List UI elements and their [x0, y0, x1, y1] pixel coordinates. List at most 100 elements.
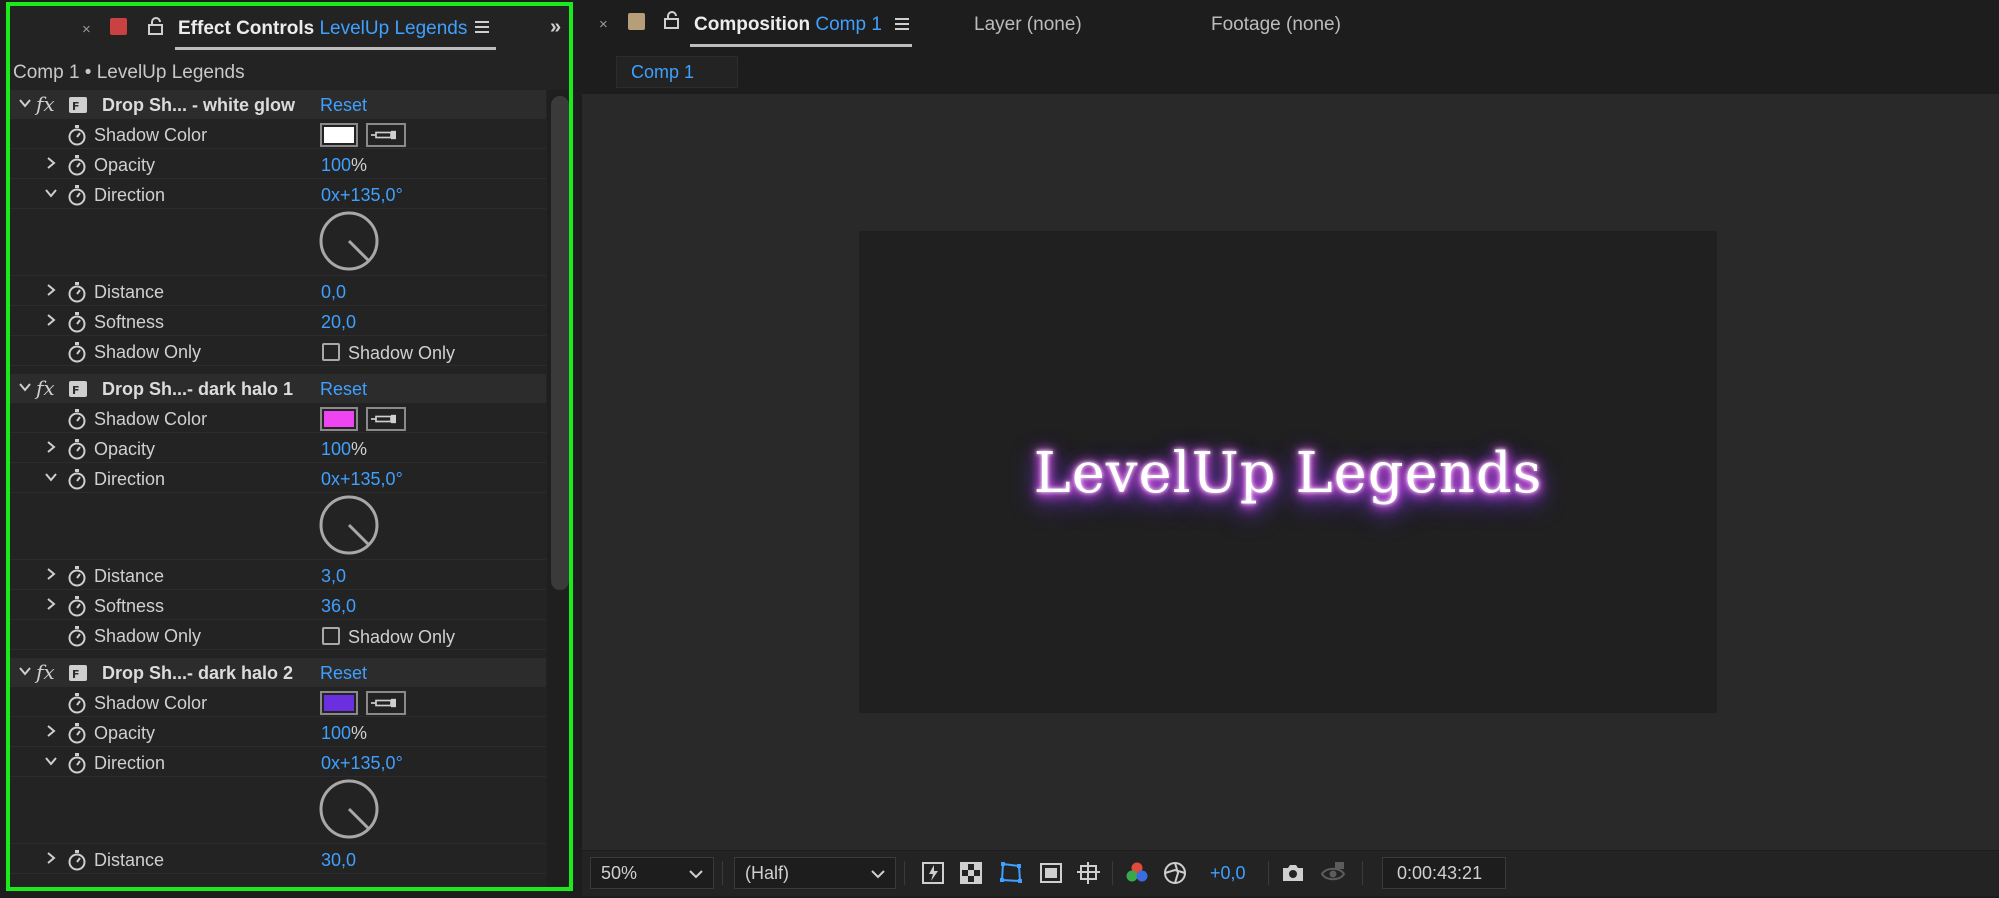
fx-toggle-icon[interactable]: fx: [36, 660, 55, 684]
show-channel-icon[interactable]: [1124, 860, 1150, 886]
chevron-down-icon[interactable]: [18, 96, 32, 110]
direction-value[interactable]: 0x+135,0°: [321, 185, 403, 206]
direction-value[interactable]: 0x+135,0°: [321, 753, 403, 774]
label-color-swatch[interactable]: [628, 13, 645, 30]
stopwatch-icon[interactable]: [67, 154, 87, 176]
angle-dial[interactable]: [318, 210, 380, 272]
opacity-value[interactable]: 100%: [321, 439, 367, 460]
stopwatch-icon[interactable]: [67, 184, 87, 206]
stopwatch-icon[interactable]: [67, 625, 87, 647]
panel-menu-icon[interactable]: [473, 18, 491, 36]
distance-value[interactable]: 0,0: [321, 282, 346, 303]
effect-name[interactable]: Drop Sh...- dark halo 1: [102, 379, 293, 400]
shadow-color-swatch[interactable]: [320, 691, 358, 715]
layer-tab[interactable]: Layer (none): [974, 14, 1082, 36]
reset-link[interactable]: Reset: [320, 663, 367, 684]
opacity-value[interactable]: 100%: [321, 155, 367, 176]
chevron-down-icon[interactable]: [18, 380, 32, 394]
eyedropper-icon[interactable]: [366, 407, 406, 431]
effect-row-dark-halo-1[interactable]: fx F Drop Sh...- dark halo 1 Reset: [10, 374, 546, 403]
stopwatch-icon[interactable]: [67, 438, 87, 460]
chevron-right-icon[interactable]: [44, 156, 58, 170]
softness-value[interactable]: 20,0: [321, 312, 356, 333]
glowing-text-layer[interactable]: LevelUp Legends: [859, 441, 1717, 506]
grid-guides-icon[interactable]: [1076, 860, 1102, 886]
distance-value[interactable]: 3,0: [321, 566, 346, 587]
softness-value[interactable]: 36,0: [321, 596, 356, 617]
current-time-display[interactable]: 0:00:43:21: [1382, 857, 1506, 889]
shadow-color-swatch[interactable]: [320, 123, 358, 147]
shadow-only-checkbox[interactable]: [322, 343, 340, 361]
angle-dial[interactable]: [318, 494, 380, 556]
stopwatch-icon[interactable]: [67, 722, 87, 744]
magnification-dropdown[interactable]: 50%: [590, 857, 714, 889]
stopwatch-icon[interactable]: [67, 468, 87, 490]
camera-snapshot-icon[interactable]: [1280, 860, 1306, 886]
effect-row-dark-halo-2[interactable]: fx F Drop Sh...- dark halo 2 Reset: [10, 658, 546, 687]
fx-toggle-icon[interactable]: fx: [36, 376, 55, 400]
chevron-down-icon[interactable]: [44, 470, 58, 484]
effect-controls-tab[interactable]: Effect Controls LevelUp Legends: [178, 18, 467, 40]
eyedropper-icon[interactable]: [366, 123, 406, 147]
chevron-right-icon[interactable]: [44, 597, 58, 611]
chevron-right-icon[interactable]: [44, 724, 58, 738]
stopwatch-icon[interactable]: [67, 408, 87, 430]
panel-menu-icon[interactable]: [893, 15, 911, 33]
distance-value[interactable]: 30,0: [321, 850, 356, 871]
more-panels-chevron-icon[interactable]: »: [550, 16, 561, 39]
chevron-right-icon[interactable]: [44, 851, 58, 865]
lock-icon[interactable]: [146, 16, 166, 36]
footage-tab[interactable]: Footage (none): [1211, 14, 1341, 36]
mask-path-visibility-icon[interactable]: [998, 860, 1024, 886]
vertical-scrollbar[interactable]: [547, 90, 569, 887]
scrollbar-thumb[interactable]: [551, 96, 569, 590]
comp-navigator-tab[interactable]: Comp 1: [616, 56, 738, 88]
lock-icon[interactable]: [662, 10, 682, 30]
stopwatch-icon[interactable]: [67, 595, 87, 617]
close-tab-icon[interactable]: ×: [599, 16, 608, 33]
reset-link[interactable]: Reset: [320, 379, 367, 400]
close-tab-icon[interactable]: ×: [82, 21, 91, 38]
comp-canvas[interactable]: LevelUp Legends: [859, 231, 1717, 713]
effect-name[interactable]: Drop Sh...- dark halo 2: [102, 663, 293, 684]
chevron-down-icon[interactable]: [18, 664, 32, 678]
fx-toggle-icon[interactable]: fx: [36, 92, 55, 116]
exposure-value[interactable]: +0,0: [1210, 863, 1246, 884]
stopwatch-icon[interactable]: [67, 565, 87, 587]
composition-tab[interactable]: Composition Comp 1: [694, 14, 882, 36]
stopwatch-icon[interactable]: [67, 311, 87, 333]
direction-value[interactable]: 0x+135,0°: [321, 469, 403, 490]
reset-link[interactable]: Reset: [320, 95, 367, 116]
stopwatch-icon[interactable]: [67, 692, 87, 714]
chevron-right-icon[interactable]: [44, 567, 58, 581]
stopwatch-icon[interactable]: [67, 849, 87, 871]
chevron-down-icon[interactable]: [44, 186, 58, 200]
stopwatch-icon[interactable]: [67, 124, 87, 146]
composition-viewer[interactable]: LevelUp Legends: [582, 94, 1999, 850]
resolution-dropdown[interactable]: (Half): [734, 857, 896, 889]
reset-exposure-icon[interactable]: [1162, 860, 1188, 886]
stopwatch-icon[interactable]: [67, 752, 87, 774]
opacity-number[interactable]: 100: [321, 155, 351, 175]
fast-previews-icon[interactable]: [920, 860, 946, 886]
effect-row-white-glow[interactable]: fx F Drop Sh... - white glow Reset: [10, 90, 546, 119]
opacity-number[interactable]: 100: [321, 439, 351, 459]
angle-dial[interactable]: [318, 778, 380, 840]
stopwatch-icon[interactable]: [67, 341, 87, 363]
shadow-only-checkbox[interactable]: [322, 627, 340, 645]
region-of-interest-icon[interactable]: [1038, 860, 1064, 886]
chevron-right-icon[interactable]: [44, 313, 58, 327]
chevron-down-icon[interactable]: [44, 754, 58, 768]
effect-name[interactable]: Drop Sh... - white glow: [102, 95, 295, 116]
eyedropper-icon[interactable]: [366, 691, 406, 715]
label-color-swatch[interactable]: [110, 18, 127, 35]
show-snapshot-icon[interactable]: [1320, 860, 1346, 886]
opacity-value[interactable]: 100%: [321, 723, 367, 744]
stopwatch-icon[interactable]: [67, 281, 87, 303]
shadow-only-checkbox-label[interactable]: Shadow Only: [348, 343, 455, 364]
opacity-number[interactable]: 100: [321, 723, 351, 743]
shadow-color-swatch[interactable]: [320, 407, 358, 431]
transparency-grid-icon[interactable]: [958, 860, 984, 886]
chevron-right-icon[interactable]: [44, 283, 58, 297]
chevron-right-icon[interactable]: [44, 440, 58, 454]
